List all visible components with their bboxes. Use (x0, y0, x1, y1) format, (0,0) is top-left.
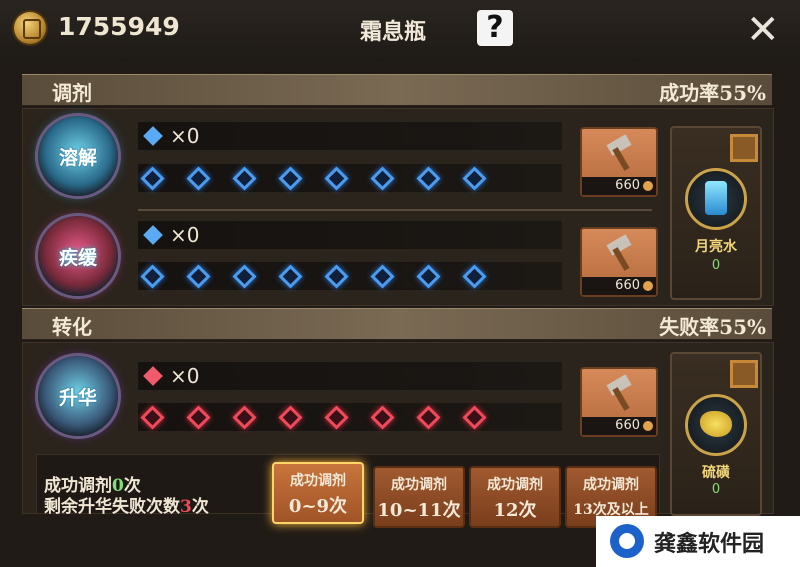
sulfur-icon (685, 394, 747, 456)
transform-section-label: 转化 (52, 315, 92, 339)
potion-orb-label: 溶解 (58, 147, 97, 169)
tab-0-9[interactable]: 成功调剂 0~9次 (272, 462, 364, 524)
gem-count-bar (138, 122, 562, 150)
brew-button[interactable]: 660 (580, 227, 658, 297)
tab-12[interactable]: 成功调剂 12次 (469, 466, 561, 528)
watermark: 龚鑫软件园 (596, 516, 800, 567)
moon-water-icon (685, 168, 747, 230)
transform-fail-rate: 失败率55% (659, 315, 766, 339)
material-name: 月亮水 (695, 239, 737, 255)
fail-count-text: 剩余升华失败次数3次 (44, 497, 209, 518)
gem-count-bar (138, 221, 562, 249)
coin-icon (643, 421, 653, 431)
coin-icon (643, 281, 653, 291)
transform-section-header: 转化 失败率55% (22, 308, 772, 340)
tab-top-label: 成功调剂 (583, 477, 639, 493)
brew-section-label: 调剂 (52, 81, 92, 105)
close-button[interactable]: ✕ (746, 10, 780, 50)
material-slot-moon-water[interactable]: 月亮水 0 (670, 126, 762, 300)
success-count-text: 成功调剂0次 (44, 476, 141, 497)
success-count: 0 (112, 476, 124, 496)
tab-bottom-label: 12次 (493, 500, 537, 521)
tab-top-label: 成功调剂 (290, 473, 346, 489)
help-button[interactable]: ? (477, 10, 513, 46)
potion-orb-label: 升华 (58, 387, 97, 409)
tab-10-11[interactable]: 成功调剂 10~11次 (373, 466, 465, 528)
page-title: 霜息瓶 (360, 19, 427, 45)
coin-icon (643, 181, 653, 191)
success-prefix: 成功调剂 (44, 476, 112, 496)
material-checkbox[interactable] (730, 360, 758, 388)
tab-top-label: 成功调剂 (487, 477, 543, 493)
material-count: 0 (711, 258, 721, 273)
tab-bottom-label: 10~11次 (377, 500, 461, 521)
potion-orb-dissolve[interactable]: 溶解 (38, 116, 118, 196)
watermark-text: 龚鑫软件园 (654, 532, 765, 557)
fail-suffix: 次 (191, 497, 209, 517)
brew-success-rate: 成功率55% (659, 81, 766, 105)
material-checkbox[interactable] (730, 134, 758, 162)
gem-count: ×0 (170, 223, 200, 247)
potion-orb-label: 疾缓 (58, 247, 97, 269)
gem-count-bar (138, 362, 562, 390)
hammer-icon (606, 374, 632, 411)
success-suffix: 次 (123, 476, 141, 496)
currency-value: 1755949 (58, 12, 180, 41)
divider (138, 209, 652, 211)
brew-button[interactable]: 660 (580, 127, 658, 197)
material-slot-sulfur[interactable]: 硫磺 0 (670, 352, 762, 516)
potion-orb-sublimate[interactable]: 升华 (38, 356, 118, 436)
tab-top-label: 成功调剂 (391, 477, 447, 493)
tab-bottom-label: 0~9次 (288, 496, 348, 517)
gem-count: ×0 (170, 364, 200, 388)
fail-count: 3 (180, 497, 192, 517)
material-name: 硫磺 (702, 465, 730, 481)
coin-icon (14, 12, 46, 44)
gem-count: ×0 (170, 124, 200, 148)
hammer-icon (606, 234, 632, 271)
brew-section-header: 调剂 成功率55% (22, 74, 772, 106)
transform-button[interactable]: 660 (580, 367, 658, 437)
watermark-logo-icon (610, 524, 644, 558)
potion-orb-slow[interactable]: 疾缓 (38, 216, 118, 296)
fail-prefix: 剩余升华失败次数 (44, 497, 180, 517)
material-count: 0 (711, 482, 721, 497)
hammer-icon (606, 134, 632, 171)
